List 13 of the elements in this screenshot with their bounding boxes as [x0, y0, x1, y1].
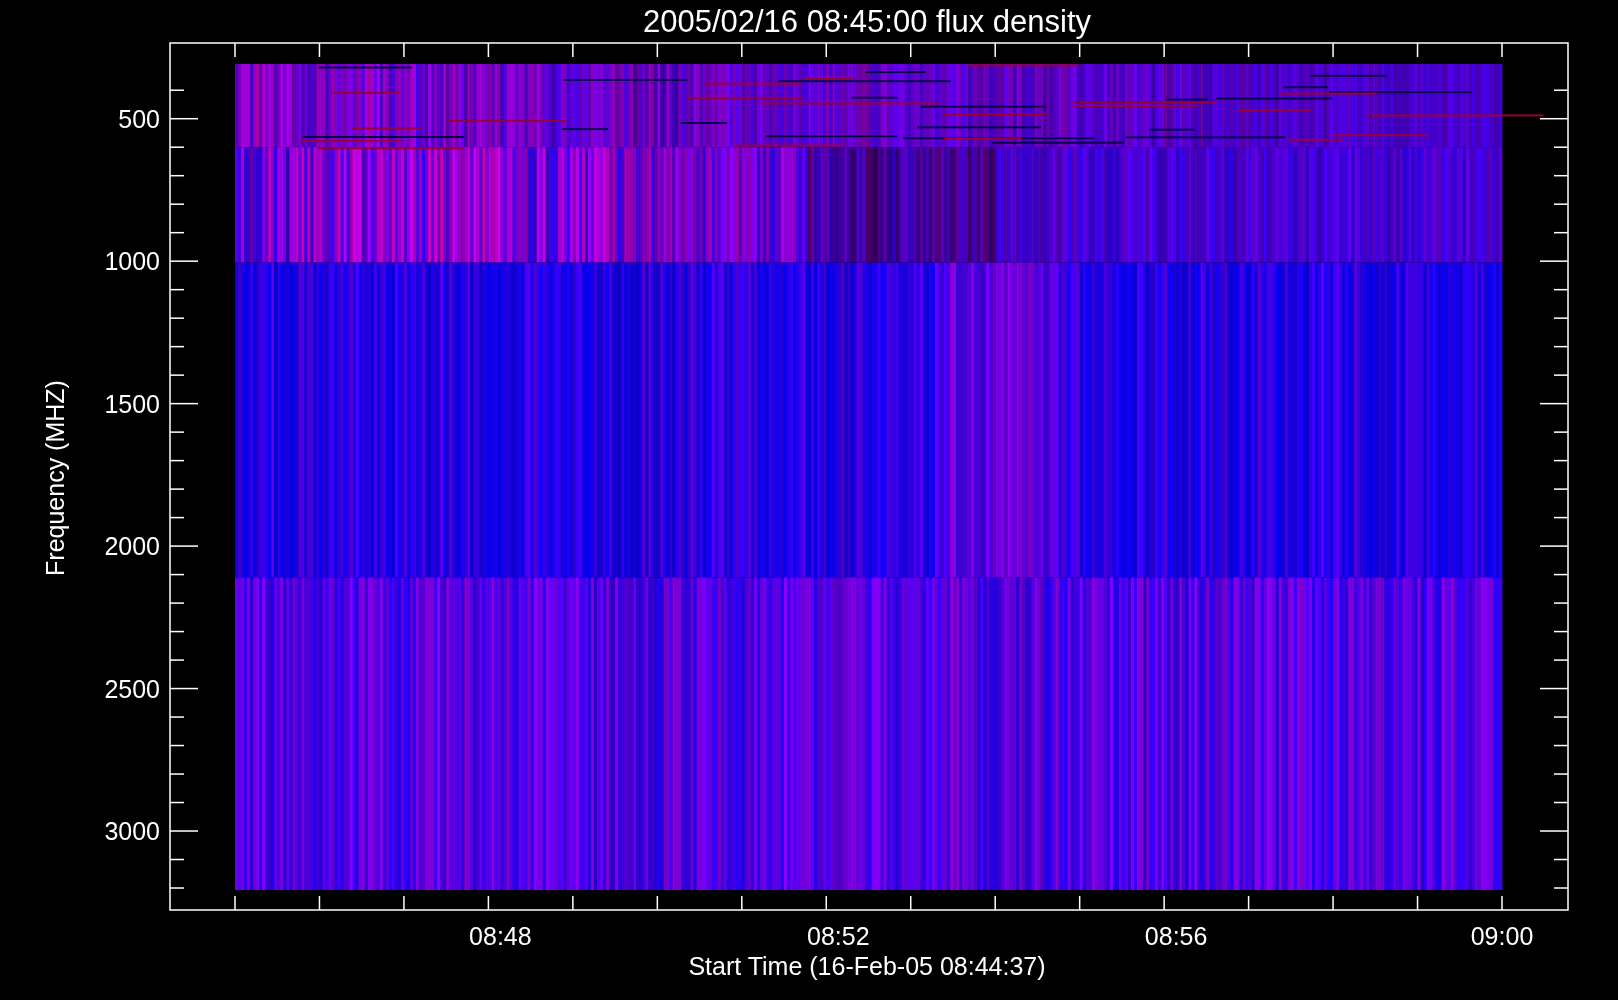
x-axis-title: Start Time (16-Feb-05 08:44:37) [688, 952, 1046, 980]
x-axis-tick-label: 08:52 [807, 922, 870, 950]
y-axis-title: Frequency (MHZ) [41, 380, 69, 576]
plot-title: 2005/02/16 08:45:00 flux density [642, 4, 1092, 39]
y-axis-tick-label: 1000 [104, 247, 160, 276]
x-axis-tick-label: 08:48 [469, 922, 532, 950]
y-axis-tick-label: 2000 [104, 532, 160, 561]
y-axis-tick-label: 500 [118, 104, 160, 133]
y-axis-tick-label: 3000 [104, 817, 160, 845]
x-axis-tick-label: 09:00 [1470, 922, 1534, 950]
y-axis-tick-label: 2500 [104, 674, 160, 703]
y-axis-tick-label: 1500 [104, 389, 160, 418]
x-axis-tick-label: 08:56 [1144, 922, 1208, 950]
